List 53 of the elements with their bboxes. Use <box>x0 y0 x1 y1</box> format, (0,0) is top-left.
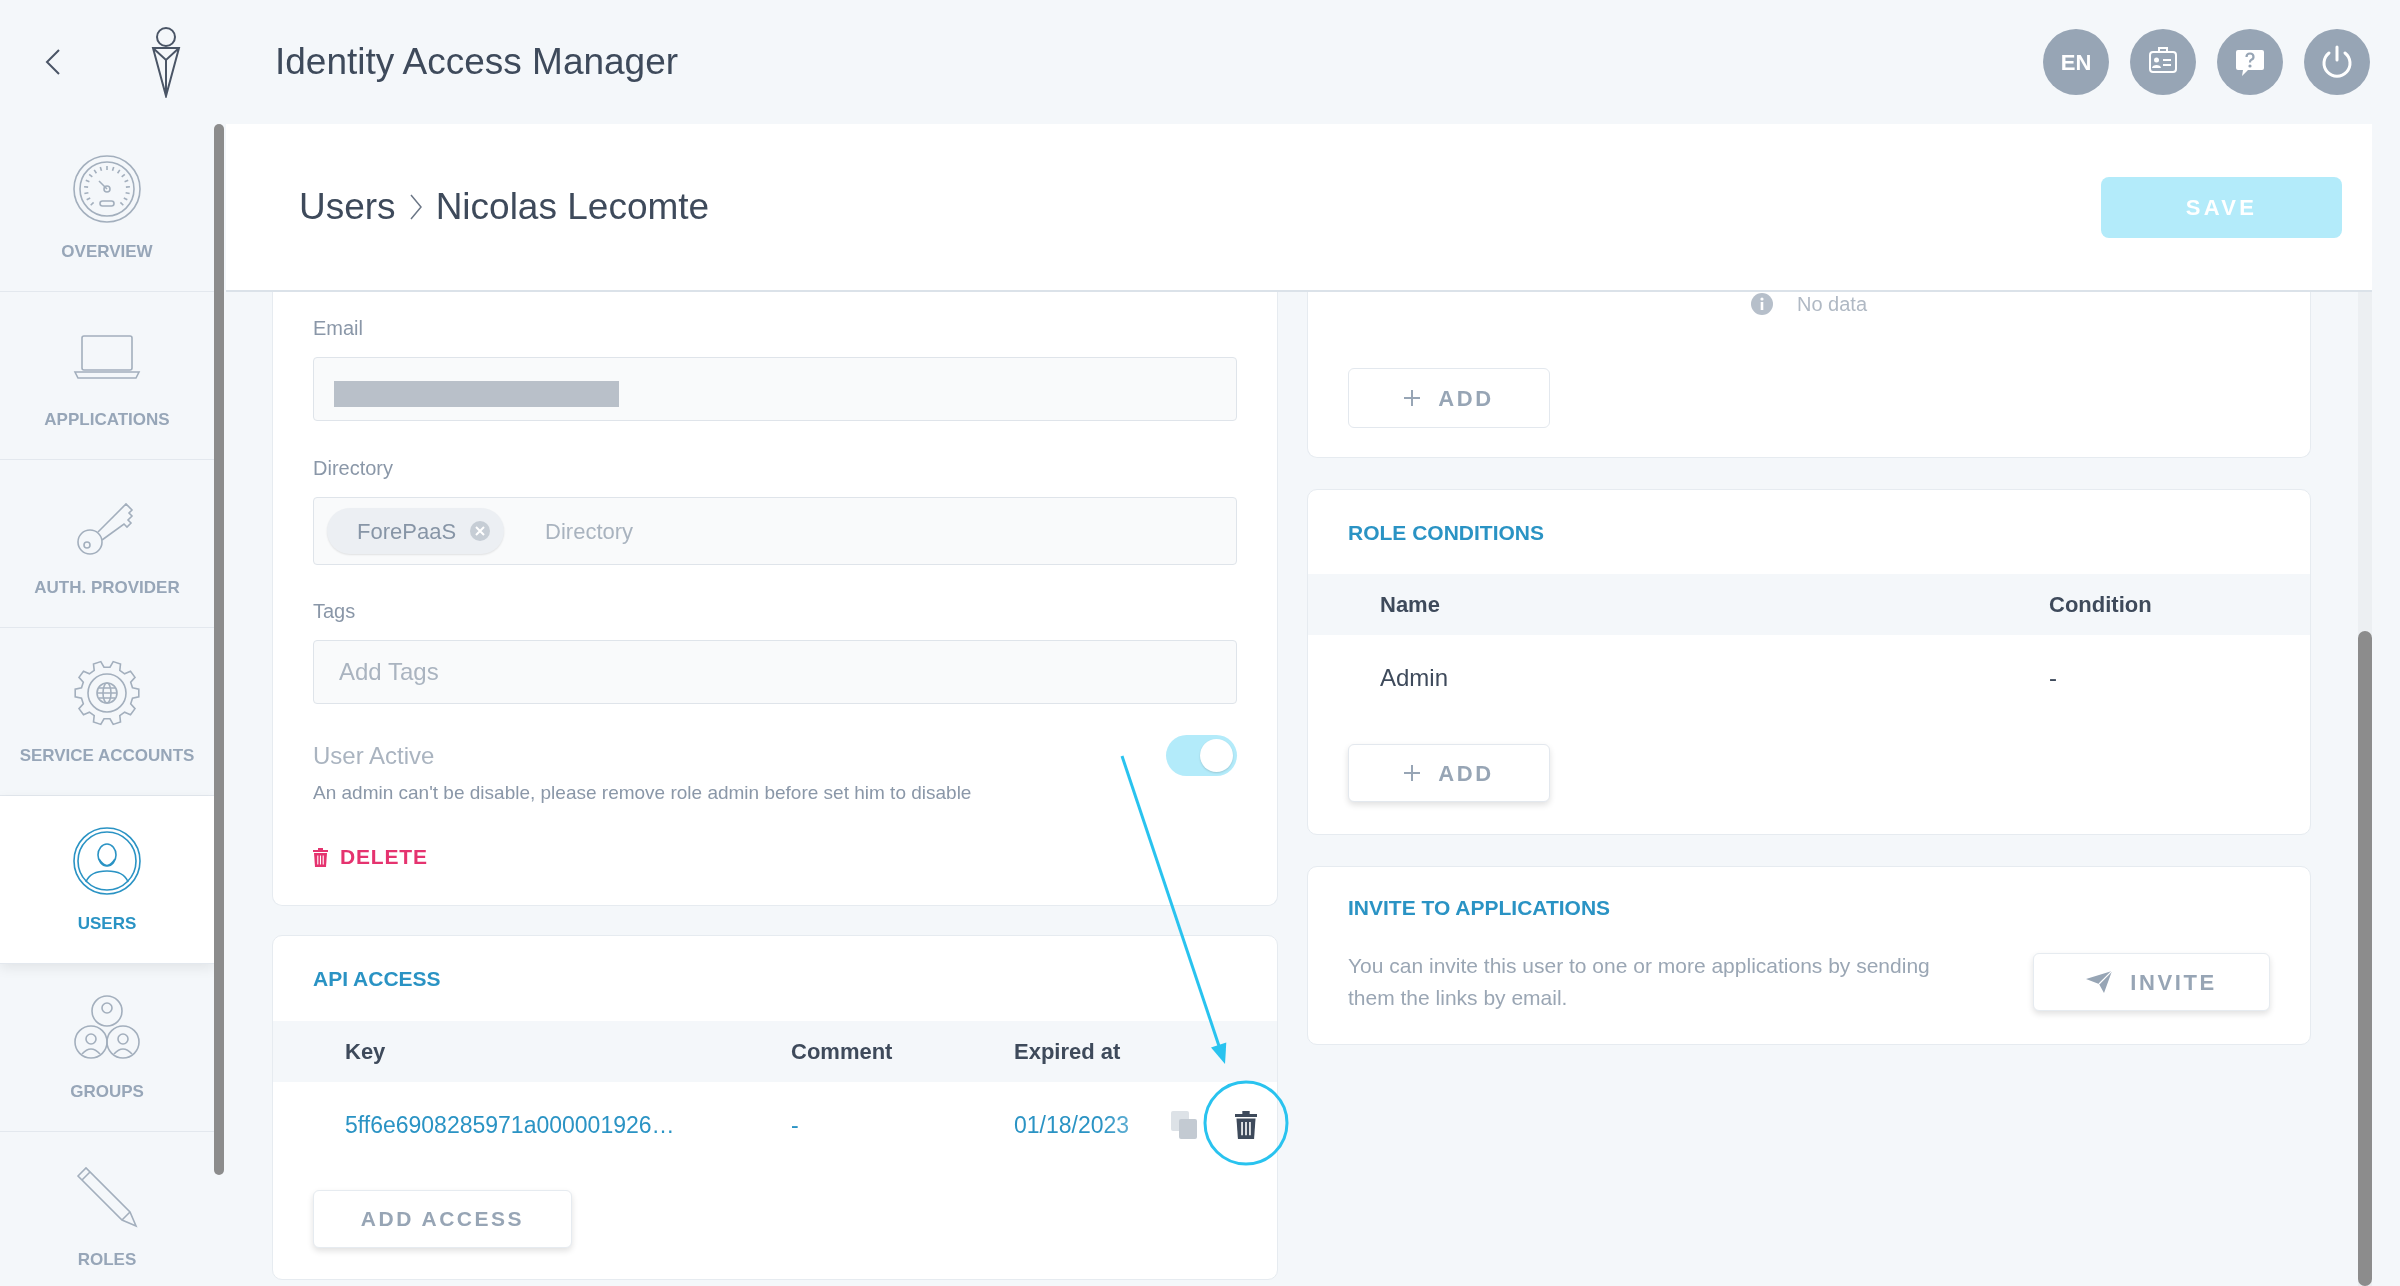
column-header: Condition <box>2049 591 2153 619</box>
chip-label: ForePaaS <box>357 517 457 546</box>
plus-icon <box>1404 765 1421 781</box>
hint-text: An admin can't be disable, please remove role admin before set him to disable <box>313 781 973 805</box>
api-key-link[interactable]: 5ff6e6908285971a000001926… <box>345 1107 791 1143</box>
power-icon[interactable] <box>2304 29 2370 95</box>
table-cell-text: 01/18/2023 <box>1014 1110 1131 1140</box>
section-title: INVITE TO APPLICATIONS <box>1348 896 1612 920</box>
table-cell-text: Admin <box>1380 663 1450 693</box>
gear-icon <box>72 658 142 728</box>
field-label: Email <box>313 316 364 340</box>
delete-icon[interactable] <box>1235 1111 1257 1139</box>
scrollbar-thumb[interactable] <box>214 124 224 1175</box>
add-button[interactable]: ADD <box>1348 744 1550 802</box>
back-icon[interactable] <box>45 48 61 76</box>
breadcrumb-link[interactable]: Users <box>299 179 396 235</box>
column-header: Expired at <box>1014 1038 1122 1066</box>
language-button[interactable]: EN <box>2043 29 2109 95</box>
sidebar-item[interactable]: USERS <box>0 796 214 964</box>
empty-state-text: No data <box>1796 292 1868 317</box>
field-label: Directory <box>313 456 394 480</box>
column-header: Comment <box>791 1038 894 1066</box>
plus-icon <box>1404 390 1421 406</box>
remove-icon[interactable] <box>470 521 491 541</box>
scrollbar-thumb[interactable] <box>2358 631 2372 1286</box>
logo-icon <box>150 26 182 98</box>
copy-icon[interactable] <box>1171 1111 1197 1139</box>
table-cell-text: - <box>791 1110 800 1140</box>
section-title: ROLE CONDITIONS <box>1347 521 1545 545</box>
invite-button[interactable]: INVITE <box>2033 953 2270 1011</box>
add-button[interactable]: ADD <box>1348 368 1550 428</box>
app-title: Identity Access Manager <box>275 40 679 85</box>
add-access-button[interactable]: ADD ACCESS <box>313 1190 572 1248</box>
table-cell-text: - <box>2049 663 2058 693</box>
directory-chip[interactable]: ForePaaS <box>327 508 505 554</box>
column-header: Name <box>1380 591 1441 619</box>
breadcrumb-current: Nicolas Lecomte <box>435 185 710 230</box>
delete-button[interactable]: DELETE <box>313 845 428 869</box>
help-icon[interactable] <box>2217 29 2283 95</box>
tags-field[interactable]: Add Tags <box>313 640 1237 704</box>
invite-description: You can invite this user to one or more applications by sending them the links by email. <box>1348 953 1931 1011</box>
id-card-icon[interactable] <box>2130 29 2196 95</box>
user-icon <box>72 826 142 896</box>
section-title: API ACCESS <box>312 967 442 991</box>
toggle-label: User Active <box>313 740 435 771</box>
email-field[interactable] <box>313 357 1237 421</box>
gauge-icon <box>72 154 142 224</box>
column-header: Key <box>345 1038 387 1066</box>
directory-field[interactable]: ForePaaS Directory <box>313 497 1237 565</box>
chevron-right-icon <box>409 194 422 220</box>
field-label: Tags <box>313 599 357 623</box>
send-icon <box>2086 971 2113 993</box>
trash-icon <box>313 847 328 867</box>
